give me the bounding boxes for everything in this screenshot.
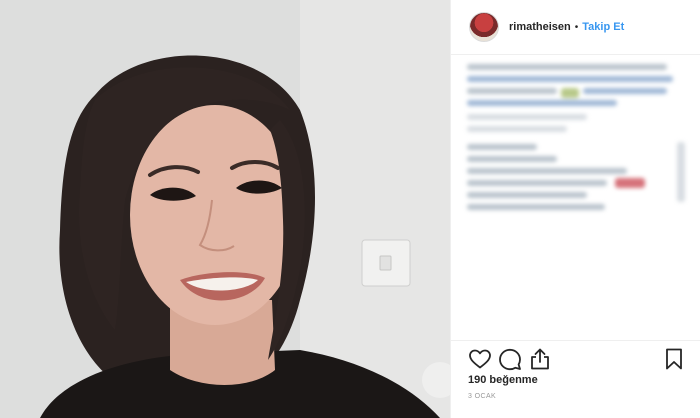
follow-button[interactable]: Takip Et <box>582 21 624 33</box>
action-bar <box>468 347 686 375</box>
portrait-image <box>0 0 450 418</box>
share-icon[interactable] <box>528 347 552 371</box>
post-date: 3 OCAK <box>468 393 497 400</box>
blurred-caption <box>465 62 687 332</box>
heart-icon[interactable] <box>468 347 492 371</box>
bookmark-icon[interactable] <box>662 347 686 371</box>
post-footer: 190 beğenme 3 OCAK <box>451 340 700 418</box>
avatar[interactable] <box>469 12 499 42</box>
comment-icon[interactable] <box>498 347 522 371</box>
post-photo <box>0 0 450 418</box>
post-header: rimatheisen • Takip Et <box>451 0 700 55</box>
separator-dot: • <box>574 21 579 33</box>
light-switch <box>361 239 411 287</box>
likes-count[interactable]: 190 beğenme <box>468 374 538 386</box>
post-side-panel: rimatheisen • Takip Et 190 beğenme 3 OCA… <box>450 0 700 418</box>
username-link[interactable]: rimatheisen <box>509 21 571 33</box>
